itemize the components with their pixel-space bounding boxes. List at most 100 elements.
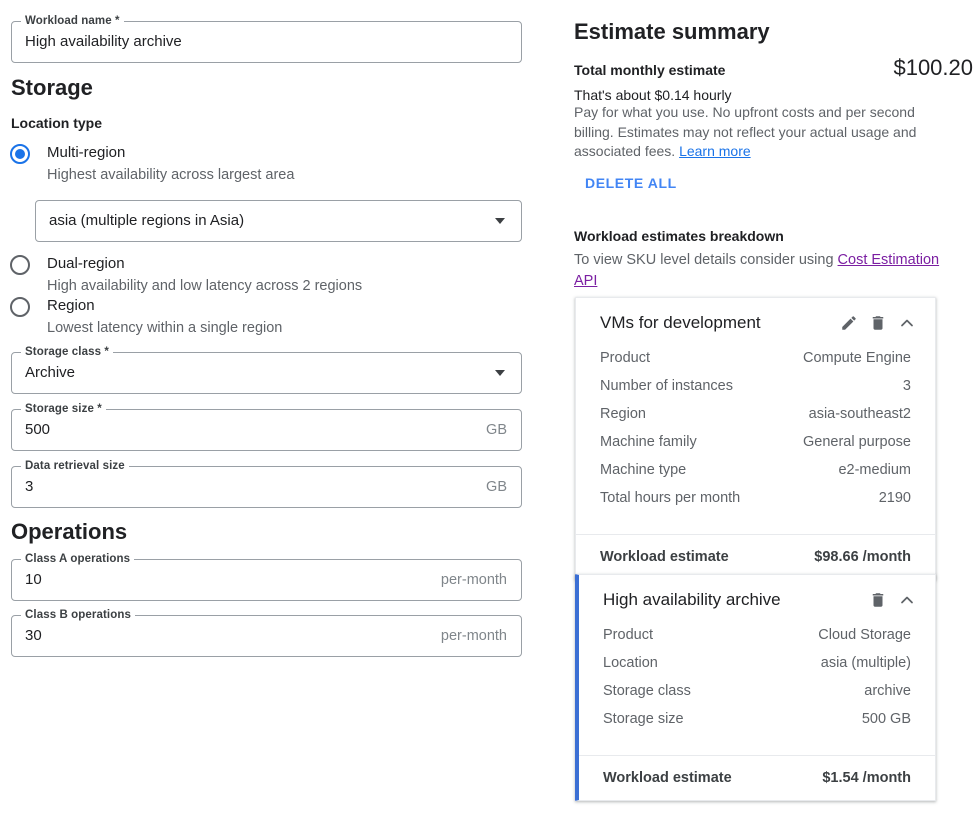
radio-region-indicator[interactable] xyxy=(10,297,30,317)
estimate-card-header: High availability archive xyxy=(579,575,935,625)
estimate-card-details: Product Cloud Storage Location asia (mul… xyxy=(579,625,935,751)
storage-size-label: Storage size * xyxy=(21,402,106,416)
learn-more-link[interactable]: Learn more xyxy=(679,143,751,159)
estimate-card-high-availability-archive[interactable]: High availability archive Product Cloud … xyxy=(575,574,936,801)
table-row: Total hours per month 2190 xyxy=(600,490,911,518)
detail-value: 2190 xyxy=(878,490,911,506)
table-row: Machine family General purpose xyxy=(600,434,911,462)
detail-key: Storage class xyxy=(603,683,691,699)
workload-estimate-footer: Workload estimate $1.54 /month xyxy=(579,756,935,800)
workload-name-label: Workload name * xyxy=(21,14,124,28)
workload-estimate-label: Workload estimate xyxy=(600,549,729,565)
total-monthly-estimate-amount: $100.20 xyxy=(893,55,973,80)
detail-key: Region xyxy=(600,406,646,422)
class-b-operations-unit: per-month xyxy=(440,628,507,644)
detail-key: Product xyxy=(600,350,650,366)
storage-class-label: Storage class * xyxy=(21,345,113,359)
workload-estimate-label: Workload estimate xyxy=(603,770,732,786)
storage-class-select[interactable]: Storage class * Archive xyxy=(11,345,522,394)
detail-key: Machine family xyxy=(600,434,697,450)
detail-value: asia (multiple) xyxy=(820,655,911,671)
storage-size-field[interactable]: Storage size * 500 GB xyxy=(11,402,522,451)
radio-multi-region-indicator[interactable] xyxy=(10,144,30,164)
multi-region-select-value: asia (multiple regions in Asia) xyxy=(49,212,245,229)
detail-value: e2-medium xyxy=(838,462,911,478)
radio-region-label: Region xyxy=(47,297,95,314)
estimate-summary-panel: Estimate summary Total monthly estimate … xyxy=(565,0,973,821)
pricing-calculator-page: Workload name * High availability archiv… xyxy=(0,0,973,821)
class-b-operations-field[interactable]: Class B operations 30 per-month xyxy=(11,608,522,657)
workload-estimate-value: $98.66 /month xyxy=(814,549,911,565)
class-b-operations-input[interactable]: 30 xyxy=(12,626,441,646)
radio-multi-region-sublabel: Highest availability across largest area xyxy=(47,167,295,183)
estimate-card-details: Product Compute Engine Number of instanc… xyxy=(576,348,935,530)
storage-class-value: Archive xyxy=(25,364,76,381)
workload-name-input[interactable]: High availability archive xyxy=(12,32,521,52)
delete-all-button[interactable]: DELETE ALL xyxy=(585,175,677,191)
estimate-card-vms-for-development[interactable]: VMs for development Product Compute Engi… xyxy=(575,297,936,580)
data-retrieval-size-input[interactable]: 3 xyxy=(12,477,486,497)
workload-estimate-value: $1.54 /month xyxy=(822,770,911,786)
detail-key: Number of instances xyxy=(600,378,733,394)
radio-dual-region-sublabel: High availability and low latency across… xyxy=(47,278,363,294)
detail-value: 500 GB xyxy=(861,711,911,727)
class-a-operations-field[interactable]: Class A operations 10 per-month xyxy=(11,552,522,601)
location-type-label: Location type xyxy=(11,115,103,131)
radio-dual-region-label: Dual-region xyxy=(47,255,125,272)
workload-breakdown-subtext: To view SKU level details consider using… xyxy=(574,250,944,292)
workload-breakdown-heading: Workload estimates breakdown xyxy=(574,228,784,244)
detail-key: Total hours per month xyxy=(600,490,741,506)
radio-option-region[interactable]: Region Lowest latency within a single re… xyxy=(10,296,282,338)
collapse-icon[interactable] xyxy=(895,588,919,612)
workload-breakdown-prefix: To view SKU level details consider using xyxy=(574,252,838,268)
storage-size-unit: GB xyxy=(486,422,507,438)
class-b-operations-label: Class B operations xyxy=(21,608,135,622)
class-a-operations-unit: per-month xyxy=(440,572,507,588)
detail-key: Product xyxy=(603,627,653,643)
detail-key: Machine type xyxy=(600,462,687,478)
collapse-icon[interactable] xyxy=(895,311,919,335)
table-row: Machine type e2-medium xyxy=(600,462,911,490)
radio-dual-region-indicator[interactable] xyxy=(10,255,30,275)
table-row: Storage size 500 GB xyxy=(603,711,911,739)
radio-multi-region-label: Multi-region xyxy=(47,144,126,161)
estimate-card-title: High availability archive xyxy=(603,590,781,609)
total-monthly-estimate-row: Total monthly estimate $100.20 xyxy=(574,55,973,81)
multi-region-select[interactable]: asia (multiple regions in Asia) xyxy=(35,200,522,242)
hourly-estimate-text: That's about $0.14 hourly xyxy=(574,87,732,103)
total-monthly-estimate-label: Total monthly estimate xyxy=(574,62,726,78)
table-row: Product Compute Engine xyxy=(600,350,911,378)
detail-key: Location xyxy=(603,655,658,671)
estimate-summary-heading: Estimate summary xyxy=(574,19,770,44)
detail-value: 3 xyxy=(902,378,911,394)
detail-key: Storage size xyxy=(603,711,684,727)
detail-value: General purpose xyxy=(802,434,911,450)
data-retrieval-size-field[interactable]: Data retrieval size 3 GB xyxy=(11,459,522,508)
class-a-operations-input[interactable]: 10 xyxy=(12,570,441,590)
table-row: Storage class archive xyxy=(603,683,911,711)
pricing-fineprint: Pay for what you use. No upfront costs a… xyxy=(574,103,929,162)
estimate-card-title: VMs for development xyxy=(600,313,761,332)
delete-icon[interactable] xyxy=(866,311,890,335)
operations-section-heading: Operations xyxy=(11,519,128,544)
detail-value: asia-southeast2 xyxy=(808,406,911,422)
radio-option-multi-region[interactable]: Multi-region Highest availability across… xyxy=(10,143,294,185)
table-row: Product Cloud Storage xyxy=(603,627,911,655)
estimate-card-header: VMs for development xyxy=(576,298,935,348)
storage-section-heading: Storage xyxy=(11,75,93,100)
workload-config-form: Workload name * High availability archiv… xyxy=(0,0,540,821)
storage-size-input[interactable]: 500 xyxy=(12,420,486,440)
chevron-down-icon xyxy=(495,370,505,376)
radio-region-sublabel: Lowest latency within a single region xyxy=(47,320,283,336)
data-retrieval-size-label: Data retrieval size xyxy=(21,459,129,473)
radio-option-dual-region[interactable]: Dual-region High availability and low la… xyxy=(10,254,362,296)
table-row: Number of instances 3 xyxy=(600,378,911,406)
workload-name-field[interactable]: Workload name * High availability archiv… xyxy=(11,14,522,63)
workload-estimate-footer: Workload estimate $98.66 /month xyxy=(576,535,935,579)
table-row: Region asia-southeast2 xyxy=(600,406,911,434)
edit-icon[interactable] xyxy=(837,311,861,335)
delete-icon[interactable] xyxy=(866,588,890,612)
detail-value: archive xyxy=(864,683,911,699)
chevron-down-icon xyxy=(495,218,505,224)
detail-value: Compute Engine xyxy=(802,350,911,366)
